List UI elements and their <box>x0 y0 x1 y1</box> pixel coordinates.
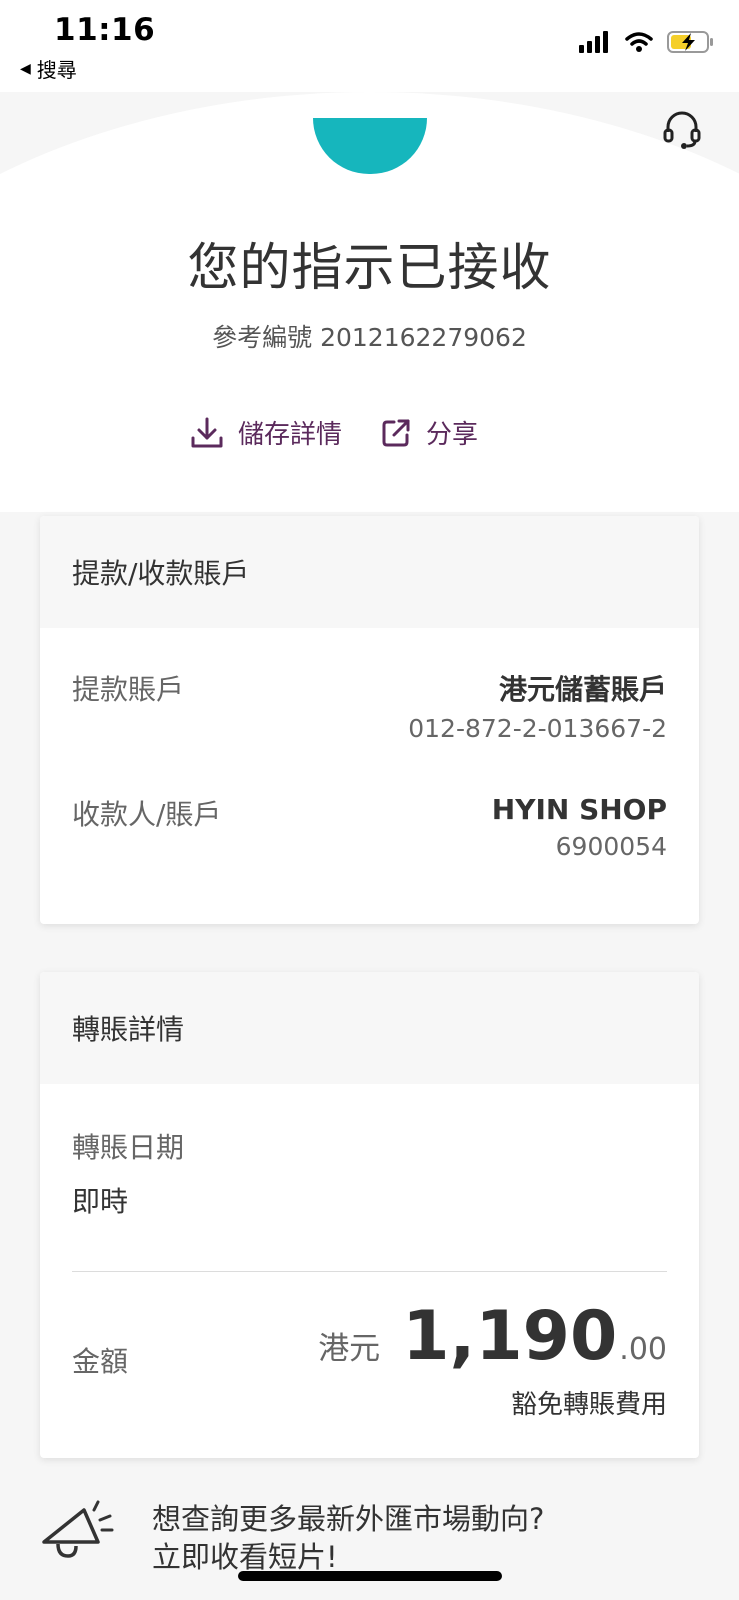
transfer-date-value: 即時 <box>72 1185 129 1218</box>
fx-promo-banner[interactable]: 想查詢更多最新外匯市場動向? 立即收看短片! <box>40 1500 544 1576</box>
back-search-label: 搜尋 <box>36 58 77 82</box>
battery-charging-icon <box>667 31 713 53</box>
promo-text: 想查詢更多最新外匯市場動向? 立即收看短片! <box>152 1500 544 1576</box>
amount-integer: 1,190 <box>402 1297 618 1376</box>
status-icons <box>579 30 715 54</box>
payee-label: 收款人/賬戶 <box>72 798 222 831</box>
accounts-card-header: 提款/收款賬戶 <box>40 516 699 628</box>
megaphone-icon <box>42 1500 114 1558</box>
payee-name: HYIN SHOP <box>491 793 667 826</box>
amount-label: 金額 <box>72 1345 129 1378</box>
share-button[interactable]: 分享 <box>380 414 478 451</box>
home-indicator <box>238 1571 502 1581</box>
confirmation-actions: 儲存詳情 分享 <box>190 414 478 451</box>
amount-decimal: .00 <box>619 1332 667 1367</box>
customer-support-button[interactable] <box>663 110 701 154</box>
divider <box>72 1271 667 1272</box>
back-to-search-button[interactable]: ◀ 搜尋 <box>20 54 77 83</box>
transfer-date-label: 轉賬日期 <box>72 1131 185 1164</box>
debit-account-label: 提款賬戶 <box>72 673 185 706</box>
save-details-label: 儲存詳情 <box>238 420 343 450</box>
debit-account-name: 港元儲蓄賬戶 <box>498 673 667 706</box>
signal-icon <box>579 31 608 53</box>
share-icon <box>382 419 410 446</box>
reference-number: 參考編號 2012162279062 <box>212 323 527 352</box>
payee-value: HYIN SHOP 6900054 <box>492 793 667 861</box>
fee-waived-note: 豁免轉賬費用 <box>510 1390 667 1420</box>
amount-value: 港元 1,190 .00 <box>318 1297 667 1376</box>
wifi-icon <box>625 32 653 52</box>
debit-account-value: 港元儲蓄賬戶 012-872-2-013667-2 <box>408 668 667 743</box>
save-details-button[interactable]: 儲存詳情 <box>190 414 342 451</box>
download-icon <box>191 417 223 447</box>
promo-line-1: 想查詢更多最新外匯市場動向? <box>152 1502 545 1536</box>
status-time: 11:16 <box>54 12 156 48</box>
debit-account-number: 012-872-2-013667-2 <box>408 714 667 743</box>
back-arrow-icon: ◀ <box>20 60 31 77</box>
transfer-card-header: 轉賬詳情 <box>40 972 699 1084</box>
transfer-details-card: 轉賬詳情 轉賬日期 即時 金額 港元 1,190 .00 豁免轉賬費用 <box>40 972 699 1458</box>
headset-icon <box>663 111 701 149</box>
page-title: 您的指示已接收 <box>187 239 552 298</box>
share-label: 分享 <box>426 420 479 450</box>
amount-currency: 港元 <box>318 1331 381 1367</box>
accounts-card: 提款/收款賬戶 提款賬戶 港元儲蓄賬戶 012-872-2-013667-2 收… <box>40 516 699 924</box>
payee-account-number: 6900054 <box>555 832 667 861</box>
status-bar: 11:16 ◀ 搜尋 <box>0 0 739 92</box>
